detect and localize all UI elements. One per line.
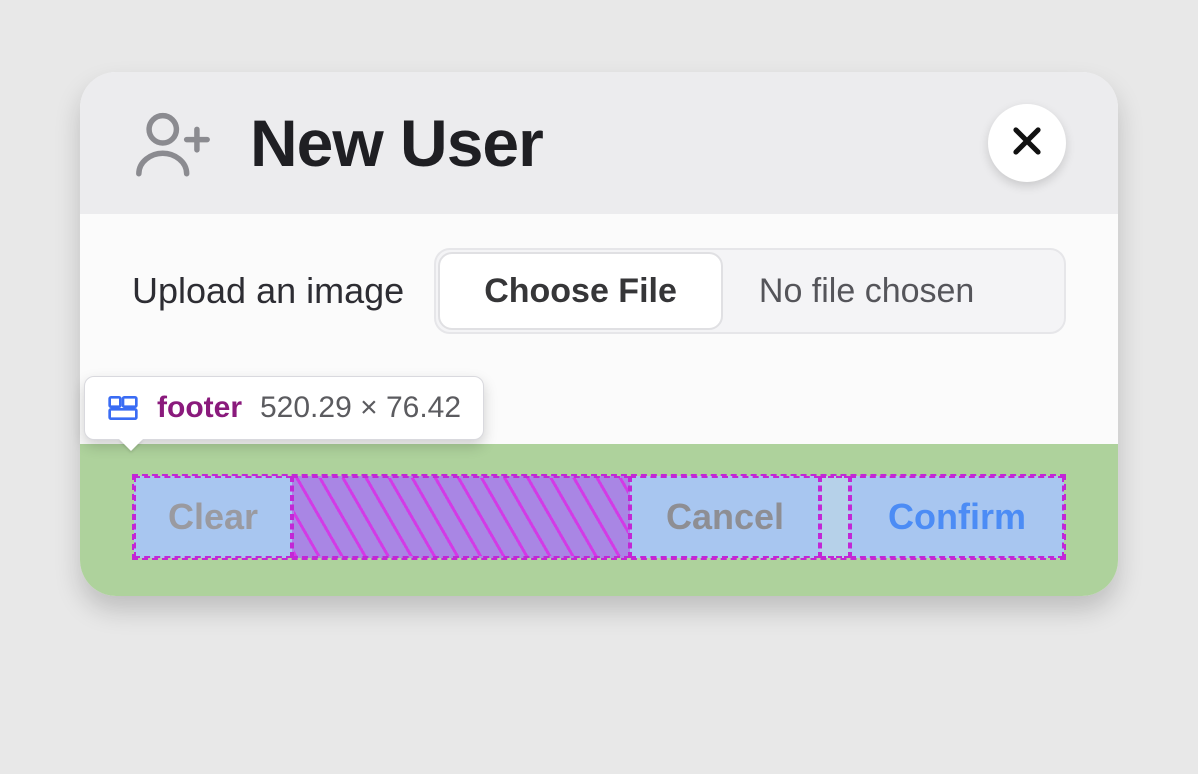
cancel-button[interactable]: Cancel <box>630 476 820 558</box>
flex-margin-region <box>820 476 850 558</box>
layout-icon <box>107 392 139 424</box>
upload-row: Upload an image Choose File No file chos… <box>132 248 1066 334</box>
flex-gap-region <box>292 476 630 558</box>
footer-flex-container: Clear Cancel Confirm <box>132 474 1066 560</box>
user-plus-icon <box>132 102 214 184</box>
header-left: New User <box>132 102 543 184</box>
clear-button[interactable]: Clear <box>134 476 292 558</box>
devtools-tooltip: footer 520.29 × 76.42 <box>84 376 484 440</box>
dialog-header: New User <box>80 72 1118 214</box>
file-input[interactable]: Choose File No file chosen <box>434 248 1066 334</box>
new-user-dialog: New User Upload an image Choose File No … <box>80 72 1118 596</box>
tooltip-tag: footer <box>157 391 242 425</box>
hatch-overlay <box>294 478 628 556</box>
upload-label: Upload an image <box>132 270 404 312</box>
close-icon <box>1008 122 1046 165</box>
choose-file-button[interactable]: Choose File <box>438 252 723 330</box>
dialog-title: New User <box>250 105 543 181</box>
dialog-footer: Clear Cancel Confirm <box>80 444 1118 596</box>
tooltip-dimensions: 520.29 × 76.42 <box>260 391 461 425</box>
close-button[interactable] <box>988 104 1066 182</box>
confirm-button[interactable]: Confirm <box>850 476 1064 558</box>
file-status-text: No file chosen <box>723 250 1064 332</box>
